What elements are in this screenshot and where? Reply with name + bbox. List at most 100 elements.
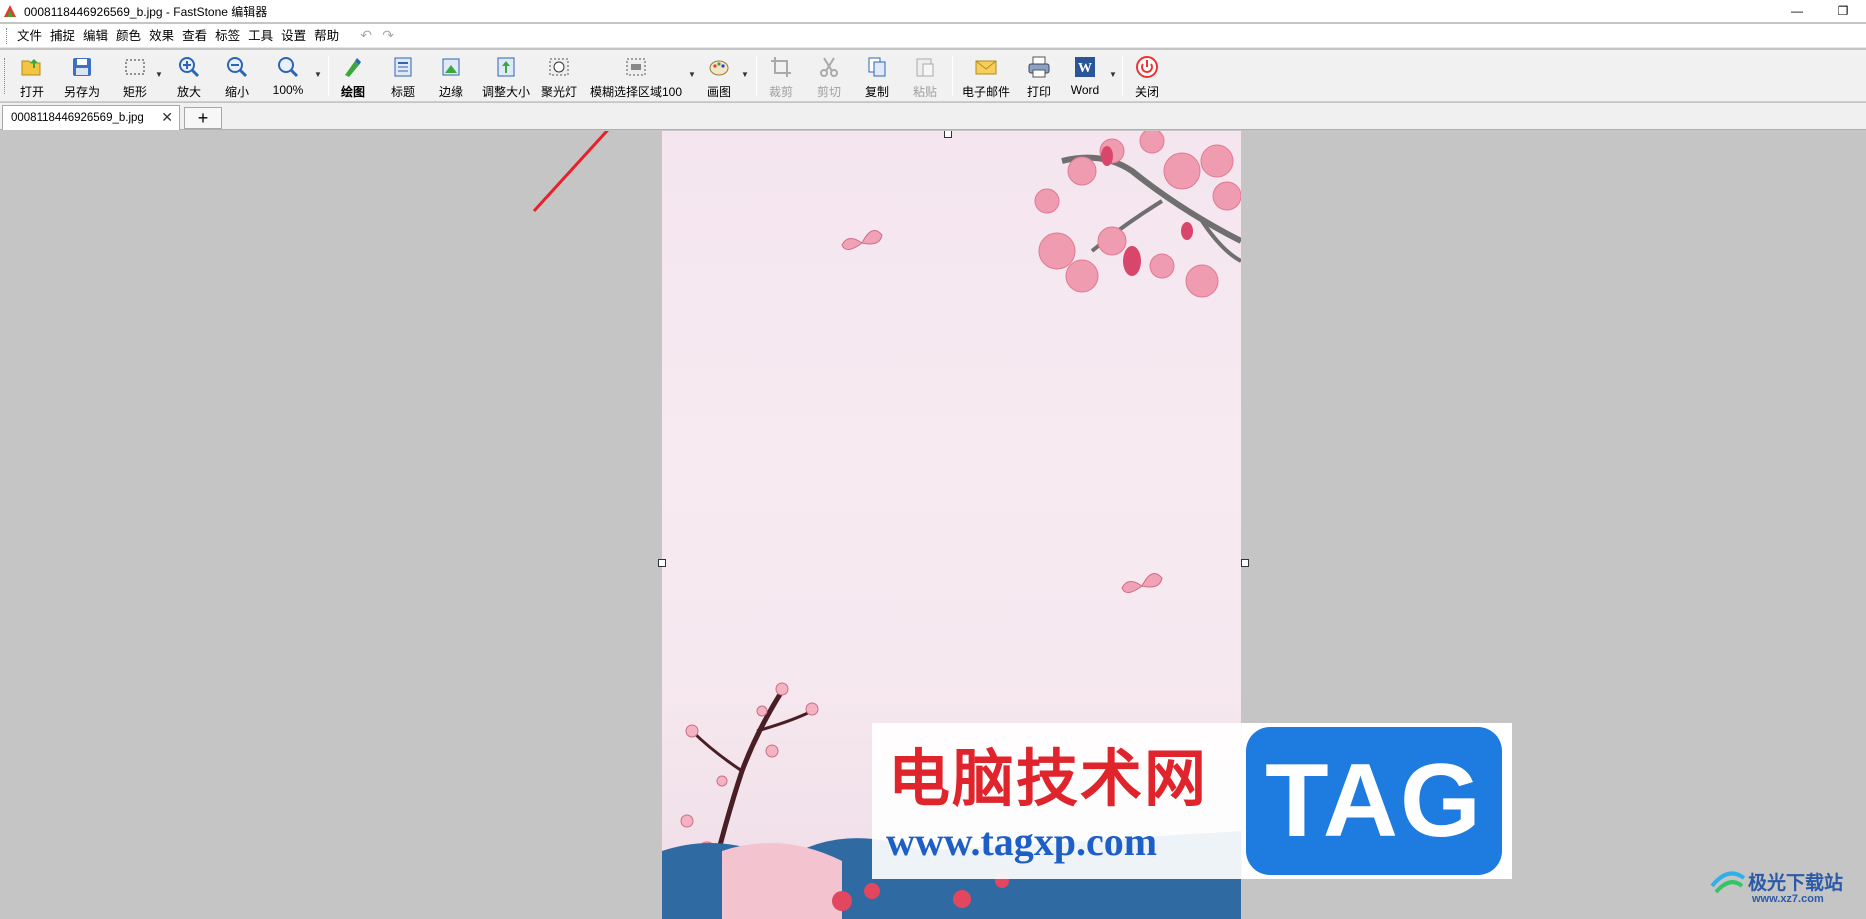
menu-help[interactable]: 帮助 — [310, 25, 343, 47]
palette-icon — [707, 55, 731, 79]
restore-button[interactable]: ❐ — [1820, 0, 1866, 22]
crop-label: 裁剪 — [768, 85, 793, 99]
undo-icon[interactable]: ↶ — [357, 27, 375, 44]
caption-button[interactable]: 标题 — [388, 53, 418, 99]
zoom-dropdown-icon[interactable]: ▼ — [314, 70, 322, 79]
redo-icon[interactable]: ↷ — [379, 27, 397, 44]
canvas-dropdown-icon[interactable]: ▼ — [741, 70, 749, 79]
paste-button[interactable]: 粘贴 — [910, 53, 940, 99]
blur-dropdown-icon[interactable]: ▼ — [688, 70, 696, 79]
blur-icon — [624, 55, 648, 79]
tab-bar: 0008118446926569_b.jpg ✕ + — [0, 103, 1866, 130]
toolbar: 打开 另存为 矩形 ▼ 放大 缩小 100% ▼ 绘图 标题 边缘 调整大小 聚… — [0, 50, 1866, 102]
crop-button[interactable]: 裁剪 — [766, 53, 796, 99]
word-button[interactable]: W Word — [1068, 53, 1102, 99]
spotlight-label: 聚光灯 — [540, 85, 577, 99]
spotlight-button[interactable]: 聚光灯 — [540, 53, 578, 99]
save-as-button[interactable]: 另存为 — [60, 53, 104, 99]
save-icon — [70, 55, 94, 79]
edge-label: 边缘 — [438, 85, 463, 99]
window-title: 0008118446926569_b.jpg - FastStone 编辑器 — [24, 4, 268, 19]
close-tab-icon[interactable]: ✕ — [161, 109, 173, 126]
zoom-out-icon — [225, 55, 249, 79]
zoom-out-label: 缩小 — [224, 85, 249, 99]
blur-button[interactable]: 模糊选择区域100 — [588, 53, 684, 99]
resize-icon — [494, 55, 518, 79]
draw-icon — [341, 55, 365, 79]
caption-label: 标题 — [390, 85, 415, 99]
canvas-button[interactable]: 画图 — [704, 53, 734, 99]
email-button[interactable]: 电子邮件 — [960, 53, 1012, 99]
printer-icon — [1027, 55, 1051, 79]
menu-bar: 文件 捕捉 编辑 颜色 效果 查看 标签 工具 设置 帮助 ↶ ↷ — [0, 24, 1866, 48]
menu-settings[interactable]: 设置 — [277, 25, 310, 47]
zoom-in-icon — [177, 55, 201, 79]
menu-tabs[interactable]: 标签 — [211, 25, 244, 47]
paste-icon — [913, 55, 937, 79]
corner-watermark: 极光下载站 — [1708, 866, 1843, 896]
copy-button[interactable]: 复制 — [862, 53, 892, 99]
edge-button[interactable]: 边缘 — [436, 53, 466, 99]
minimize-button[interactable]: — — [1774, 0, 1820, 22]
app-icon — [2, 3, 18, 19]
annotation-arrow — [532, 131, 609, 213]
word-icon: W — [1073, 55, 1097, 79]
resize-handle-left[interactable] — [658, 559, 666, 567]
open-button[interactable]: 打开 — [14, 53, 50, 99]
toolbar-separator — [756, 56, 757, 96]
zoom-out-button[interactable]: 缩小 — [220, 53, 254, 99]
edge-icon — [439, 55, 463, 79]
print-label: 打印 — [1026, 85, 1051, 99]
rectangle-dropdown-icon[interactable]: ▼ — [155, 70, 163, 79]
rectangle-button[interactable]: 矩形 — [118, 53, 152, 99]
watermark-url: www.tagxp.com — [886, 819, 1158, 864]
menu-view[interactable]: 查看 — [178, 25, 211, 47]
menu-grip — [6, 27, 9, 44]
tab-document[interactable]: 0008118446926569_b.jpg ✕ — [2, 105, 180, 130]
menu-edit[interactable]: 编辑 — [79, 25, 112, 47]
blur-label: 模糊选择区域100 — [589, 85, 683, 99]
rectangle-label: 矩形 — [122, 85, 147, 99]
zoom-level-button[interactable]: 100% — [268, 53, 308, 99]
watermark-tag-logo: TAG — [1246, 727, 1502, 875]
menu-color[interactable]: 颜色 — [112, 25, 145, 47]
toolbar-separator — [952, 56, 953, 96]
menu-capture[interactable]: 捕捉 — [46, 25, 79, 47]
email-icon — [974, 55, 998, 79]
word-label: Word — [1070, 83, 1100, 97]
resize-button[interactable]: 调整大小 — [480, 53, 532, 99]
zoom-in-label: 放大 — [176, 85, 201, 99]
zoom-in-button[interactable]: 放大 — [172, 53, 206, 99]
close-button[interactable]: 关闭 — [1132, 53, 1162, 99]
menu-effects[interactable]: 效果 — [145, 25, 178, 47]
draw-button[interactable]: 绘图 — [338, 53, 368, 99]
spotlight-icon — [547, 55, 571, 79]
zoom-level-label: 100% — [272, 83, 304, 97]
word-dropdown-icon[interactable]: ▼ — [1109, 70, 1117, 79]
cut-button[interactable]: 剪切 — [814, 53, 844, 99]
caption-icon — [391, 55, 415, 79]
copy-icon — [865, 55, 889, 79]
draw-label: 绘图 — [340, 85, 365, 99]
menu-file[interactable]: 文件 — [13, 25, 46, 47]
resize-handle-right[interactable] — [1241, 559, 1249, 567]
paste-label: 粘贴 — [912, 85, 937, 99]
scissors-icon — [817, 55, 841, 79]
cut-label: 剪切 — [816, 85, 841, 99]
menu-tools[interactable]: 工具 — [244, 25, 277, 47]
print-button[interactable]: 打印 — [1024, 53, 1054, 99]
save-as-label: 另存为 — [63, 85, 100, 99]
email-label: 电子邮件 — [961, 85, 1010, 99]
open-label: 打开 — [19, 85, 44, 99]
resize-handle-top[interactable] — [944, 131, 952, 138]
canvas-label: 画图 — [706, 85, 731, 99]
new-tab-button[interactable]: + — [184, 107, 222, 129]
watermark-title: 电脑技术网 — [888, 742, 1209, 815]
aurora-logo-icon — [1710, 871, 1746, 894]
power-icon — [1135, 55, 1159, 79]
rectangle-select-icon — [123, 55, 147, 79]
resize-label: 调整大小 — [481, 85, 530, 99]
folder-open-icon — [20, 55, 44, 79]
zoom-icon — [276, 55, 300, 79]
corner-watermark-name: 极光下载站 — [1748, 872, 1844, 894]
